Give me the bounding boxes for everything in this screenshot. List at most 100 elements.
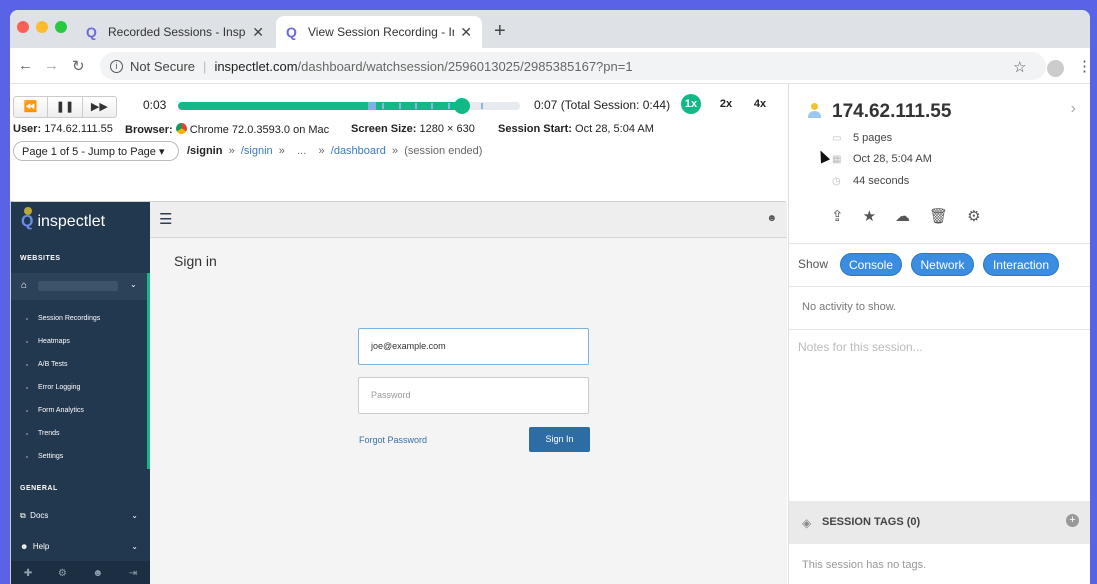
website-selector[interactable]: ⌂ ⌄ bbox=[11, 273, 150, 300]
nav-trends[interactable]: Trends bbox=[38, 430, 60, 437]
nav-bullet bbox=[26, 364, 28, 366]
speed-1x-button[interactable]: 1x bbox=[681, 94, 701, 114]
activity-tick bbox=[399, 103, 401, 109]
filter-network[interactable]: Network bbox=[911, 253, 974, 276]
pause-button[interactable]: ❚❚ bbox=[48, 97, 83, 117]
chevron-down-icon: ⌄ bbox=[131, 511, 138, 520]
cloud-download-icon[interactable]: ☁ bbox=[895, 207, 910, 225]
trash-icon[interactable]: 🗑 bbox=[929, 207, 948, 225]
user-icon: ☻ bbox=[20, 542, 29, 551]
gear-icon[interactable]: ⚙ bbox=[967, 207, 980, 225]
logout-icon[interactable]: ⇥ bbox=[129, 568, 137, 579]
user-info: User: 174.62.111.55 bbox=[13, 123, 113, 135]
crumb-link-dashboard[interactable]: /dashboard bbox=[331, 145, 386, 157]
sidebar-footer: ✚ ⚙ ☻ ⇥ bbox=[11, 561, 150, 584]
nav-form-analytics[interactable]: Form Analytics bbox=[38, 407, 84, 414]
filter-console[interactable]: Console bbox=[840, 253, 902, 276]
sign-in-button[interactable]: Sign In bbox=[529, 427, 590, 452]
speed-2x-button[interactable]: 2x bbox=[716, 94, 736, 114]
nav-session-recordings[interactable]: Session Recordings bbox=[38, 315, 100, 322]
user-value: 174.62.111.55 bbox=[44, 123, 113, 135]
help-label: Help bbox=[32, 542, 50, 551]
start-value: Oct 28, 5:04 AM bbox=[575, 123, 654, 135]
session-actions: ⇪ ★ ☁ 🗑 ⚙ bbox=[831, 207, 981, 225]
app-main: Sign in joe@example.com Password Forgot … bbox=[150, 238, 787, 584]
screen-info: Screen Size: 1280 × 630 bbox=[351, 123, 475, 135]
tab-title: View Session Recording - Insp bbox=[308, 25, 454, 39]
user-icon[interactable]: ☻ bbox=[93, 568, 104, 579]
session-duration: ◷ 44 seconds bbox=[832, 175, 909, 187]
brand-name: inspectlet bbox=[37, 213, 106, 230]
forward-arrow-icon[interactable]: → bbox=[44, 57, 59, 74]
menu-kebab-icon[interactable]: ⋮ bbox=[1077, 57, 1090, 75]
current-time: 0:03 bbox=[143, 98, 167, 112]
crumb-ellipsis: ... bbox=[297, 145, 307, 157]
session-date: ▦ Oct 28, 5:04 AM bbox=[832, 153, 932, 165]
email-field[interactable]: joe@example.com bbox=[358, 328, 589, 365]
screen-value: 1280 × 630 bbox=[419, 123, 475, 135]
password-field[interactable]: Password bbox=[358, 377, 589, 414]
pages-count: ▭ 5 pages bbox=[832, 132, 892, 144]
nav-bullet bbox=[26, 433, 28, 435]
logo-icon: Q bbox=[21, 213, 34, 230]
crumb-link-signin[interactable]: /signin bbox=[241, 145, 273, 157]
progress-track[interactable] bbox=[178, 98, 520, 114]
no-tags-text: This session has no tags. bbox=[802, 559, 927, 571]
session-details-panel: 174.62.111.55 › ▭ 5 pages ▦ Oct 28, 5:04 A… bbox=[788, 84, 1090, 584]
star-icon[interactable]: ★ bbox=[863, 207, 876, 225]
filter-interaction[interactable]: Interaction bbox=[983, 253, 1059, 276]
tab-recorded-sessions[interactable]: Q Recorded Sessions - Inspectle ✕ bbox=[76, 16, 274, 48]
forgot-password-link[interactable]: Forgot Password bbox=[359, 435, 427, 445]
no-activity-text: No activity to show. bbox=[802, 301, 897, 313]
profile-avatar[interactable] bbox=[1047, 60, 1064, 77]
user-icon[interactable]: ☻ bbox=[766, 213, 777, 224]
nav-help[interactable]: ☻ Help ⌄ bbox=[20, 542, 140, 551]
back-arrow-icon[interactable]: ← bbox=[18, 57, 33, 74]
user-label: User: bbox=[13, 123, 42, 135]
close-icon[interactable]: ✕ bbox=[252, 24, 264, 41]
notes-textarea[interactable]: Notes for this session... bbox=[798, 340, 923, 354]
url-host: inspectlet.com bbox=[214, 58, 298, 74]
player-area: ⏪ ❚❚ ▶▶ 0:03 0:07 (Total Session: 0:44) … bbox=[10, 84, 788, 584]
chevron-down-icon: ⌄ bbox=[130, 280, 137, 289]
page-title: Sign in bbox=[174, 253, 217, 269]
page-jump-select[interactable]: Page 1 of 5 - Jump to Page ▾ bbox=[13, 141, 179, 161]
speed-4x-button[interactable]: 4x bbox=[750, 94, 770, 114]
new-tab-button[interactable]: + bbox=[494, 20, 506, 43]
progress-knob[interactable] bbox=[453, 98, 470, 114]
info-icon[interactable]: i bbox=[110, 59, 123, 73]
general-header: GENERAL bbox=[20, 485, 58, 492]
home-icon: ⌂ bbox=[21, 280, 28, 291]
nav-docs[interactable]: ⧉ Docs ⌄ bbox=[20, 511, 140, 521]
crumb-separator: » bbox=[391, 145, 399, 157]
close-icon[interactable]: ✕ bbox=[460, 24, 472, 41]
tab-view-session-recording[interactable]: Q View Session Recording - Insp ✕ bbox=[276, 16, 482, 48]
close-window-button[interactable] bbox=[17, 21, 29, 33]
url-separator: | bbox=[203, 58, 207, 74]
nav-bullet bbox=[26, 318, 28, 320]
maximize-window-button[interactable] bbox=[55, 21, 67, 33]
bookmark-star-icon[interactable]: ☆ bbox=[1013, 58, 1026, 76]
browser-info: Browser: Chrome 72.0.3593.0 on Mac bbox=[125, 123, 329, 136]
rewind-button[interactable]: ⏪ bbox=[14, 97, 49, 117]
chevron-right-icon[interactable]: › bbox=[1071, 100, 1076, 118]
minimize-window-button[interactable] bbox=[36, 21, 48, 33]
nav-ab-tests[interactable]: A/B Tests bbox=[38, 361, 67, 368]
share-icon[interactable]: ⇪ bbox=[831, 207, 844, 225]
add-icon[interactable]: ✚ bbox=[24, 568, 32, 579]
reload-icon[interactable]: ↻ bbox=[72, 57, 85, 75]
session-tags-title: SESSION TAGS (0) bbox=[822, 516, 921, 528]
hamburger-icon[interactable]: ☰ bbox=[159, 210, 172, 228]
nav-error-logging[interactable]: Error Logging bbox=[38, 384, 80, 391]
skip-forward-button[interactable]: ▶▶ bbox=[83, 97, 116, 117]
gear-icon[interactable]: ⚙ bbox=[58, 568, 67, 579]
app-header: ☰ ☻ bbox=[150, 202, 787, 238]
nav-settings[interactable]: Settings bbox=[38, 453, 63, 460]
add-tag-icon[interactable]: + bbox=[1066, 514, 1079, 527]
nav-bullet bbox=[26, 341, 28, 343]
crumb-separator: » bbox=[318, 145, 325, 157]
page-breadcrumb: /signin » /signin » ... » /dashboard » (… bbox=[187, 145, 482, 157]
start-info: Session Start: Oct 28, 5:04 AM bbox=[498, 123, 654, 135]
url-bar[interactable]: i Not Secure | inspectlet.com/dashboard/… bbox=[100, 52, 1046, 80]
nav-heatmaps[interactable]: Heatmaps bbox=[38, 338, 70, 345]
